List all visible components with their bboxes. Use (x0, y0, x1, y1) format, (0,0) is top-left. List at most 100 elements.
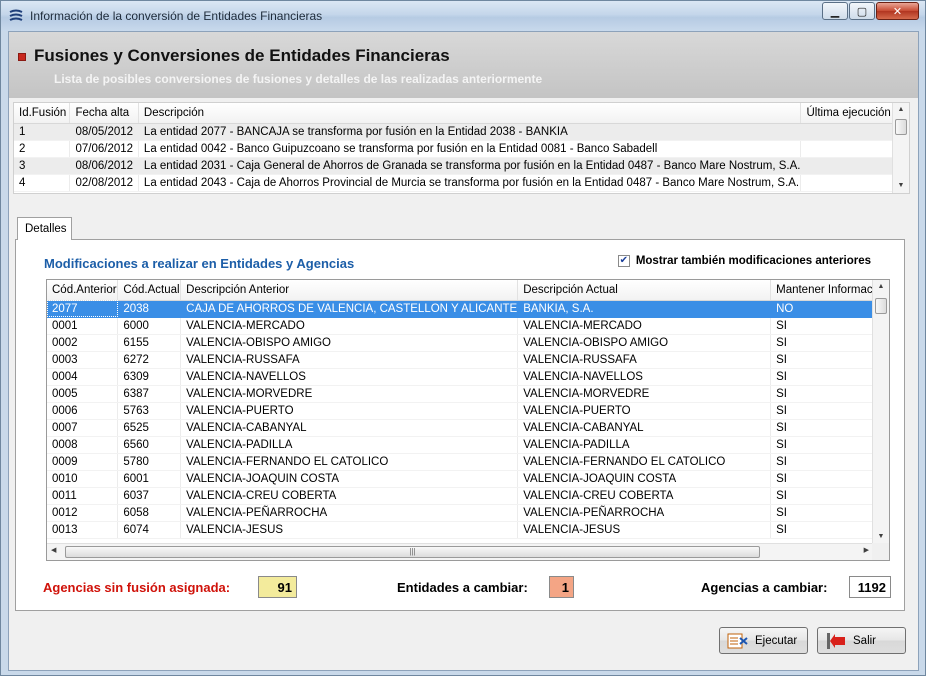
table-cell: 07/06/2012 (69, 140, 139, 158)
modifications-table: Cód.Anterior Cód.Actual Descripción Anteri… (47, 280, 889, 539)
show-previous-toggle[interactable]: ✔ Mostrar también modificaciones anterio… (617, 255, 871, 267)
details-section-title: Modificaciones a realizar en Entidades y… (44, 256, 355, 271)
title-bar[interactable]: Información de la conversión de Entidade… (1, 1, 925, 31)
modifications-horizontal-scrollbar[interactable]: ◀ ||| ▶ (47, 543, 873, 560)
table-cell: 1 (14, 123, 71, 141)
scroll-up-icon[interactable]: ▲ (873, 280, 889, 294)
table-row[interactable]: 3 08/06/2012 La entidad 2031 - Caja Genera… (14, 157, 909, 175)
table-cell: VALENCIA-MERCADO (517, 317, 772, 335)
horizontal-scroll-thumb[interactable]: ||| (65, 546, 760, 558)
table-cell: 0010 (47, 470, 119, 488)
table-cell: La entidad 2031 - Caja General de Ahorro… (138, 157, 802, 175)
table-cell: 6058 (117, 504, 182, 522)
table-cell: VALENCIA-OBISPO AMIGO (180, 334, 519, 352)
table-cell: SI (770, 385, 889, 403)
show-previous-checkbox[interactable]: ✔ (617, 255, 630, 267)
agencias-cambiar-value: 1192 (849, 576, 891, 598)
table-row[interactable]: 0004 6309 VALENCIA-NAVELLOS VALENCIA-NAVELL… (47, 368, 889, 386)
page-title: Fusiones y Conversiones de Entidades Fin… (34, 46, 450, 65)
fusions-table: Id.Fusión Fecha alta Descripción Última eje… (14, 103, 909, 192)
column-header[interactable]: Mantener Información (770, 280, 889, 301)
table-row[interactable]: 2077 2038 CAJA DE AHORROS DE VALENCIA, CAS… (47, 300, 889, 318)
table-row[interactable]: 0013 6074 VALENCIA-JESUS VALENCIA-JESUS SI (47, 521, 889, 539)
table-row[interactable]: 0010 6001 VALENCIA-JOAQUIN COSTA VALENCIA-J… (47, 470, 889, 488)
table-cell: VALENCIA-JESUS (517, 521, 772, 539)
modifications-grid[interactable]: Cód.Anterior Cód.Actual Descripción Anteri… (46, 279, 890, 561)
table-row[interactable]: 0006 5763 VALENCIA-PUERTO VALENCIA-PUERTO SI (47, 402, 889, 420)
ejecutar-button[interactable]: Ejecutar (719, 627, 808, 654)
table-cell: VALENCIA-CREU COBERTA (517, 487, 772, 505)
table-row[interactable]: 1 08/05/2012 La entidad 2077 - BANCAJA se … (14, 123, 909, 141)
minimize-button[interactable]: ▁ (822, 2, 848, 20)
table-cell: 6155 (117, 334, 182, 352)
table-row[interactable]: 0002 6155 VALENCIA-OBISPO AMIGO VALENCIA-OB… (47, 334, 889, 352)
table-row[interactable]: 0008 6560 VALENCIA-PADILLA VALENCIA-PADILLA… (47, 436, 889, 454)
table-cell: 6387 (117, 385, 182, 403)
scroll-down-icon[interactable]: ▼ (893, 179, 909, 193)
table-row[interactable]: 0001 6000 VALENCIA-MERCADO VALENCIA-MERCADO… (47, 317, 889, 335)
table-cell: 6037 (117, 487, 182, 505)
table-cell: VALENCIA-PUERTO (180, 402, 519, 420)
column-header[interactable]: Descripción (138, 103, 802, 124)
table-cell: 0008 (47, 436, 119, 454)
table-row[interactable]: 0011 6037 VALENCIA-CREU COBERTA VALENCIA-CR… (47, 487, 889, 505)
scroll-thumb[interactable] (895, 119, 907, 135)
salir-button[interactable]: Salir (817, 627, 906, 654)
agencias-sin-fusion-label: Agencias sin fusión asignada: (43, 580, 231, 595)
scroll-down-icon[interactable]: ▼ (873, 530, 889, 544)
table-cell: VALENCIA-CREU COBERTA (180, 487, 519, 505)
table-cell: SI (770, 368, 889, 386)
table-cell: 6074 (117, 521, 182, 539)
column-header[interactable]: Cód.Anterior (47, 280, 119, 301)
table-row[interactable]: 0007 6525 VALENCIA-CABANYAL VALENCIA-CABANY… (47, 419, 889, 437)
tab-detalles[interactable]: Detalles (17, 217, 72, 240)
table-cell: VALENCIA-NAVELLOS (180, 368, 519, 386)
table-row[interactable]: 0009 5780 VALENCIA-FERNANDO EL CATOLICO VAL… (47, 453, 889, 471)
table-cell: 0012 (47, 504, 119, 522)
table-cell: VALENCIA-MERCADO (180, 317, 519, 335)
show-previous-label: Mostrar también modificaciones anteriore… (635, 255, 871, 267)
close-icon: ✕ (892, 5, 903, 18)
header-panel: Fusiones y Conversiones de Entidades Fin… (9, 32, 918, 98)
table-cell: VALENCIA-PUERTO (517, 402, 772, 420)
table-cell: 5780 (117, 453, 182, 471)
salir-label: Salir (853, 634, 877, 647)
maximize-button[interactable]: ▢ (849, 2, 875, 20)
table-cell: VALENCIA-PEÑARROCHA (180, 504, 519, 522)
table-cell: 0001 (47, 317, 119, 335)
scroll-right-icon[interactable]: ▶ (864, 546, 869, 554)
table-cell: SI (770, 521, 889, 539)
column-header[interactable]: Cód.Actual (117, 280, 182, 301)
table-cell: 3 (14, 157, 71, 175)
table-row[interactable]: 0005 6387 VALENCIA-MORVEDRE VALENCIA-MORVED… (47, 385, 889, 403)
scroll-left-icon[interactable]: ◀ (51, 546, 56, 554)
table-cell: VALENCIA-MORVEDRE (180, 385, 519, 403)
table-row[interactable]: 0012 6058 VALENCIA-PEÑARROCHA VALENCIA-PEÑA… (47, 504, 889, 522)
scroll-thumb[interactable] (875, 298, 887, 314)
table-cell: VALENCIA-MORVEDRE (517, 385, 772, 403)
table-cell: VALENCIA-JESUS (180, 521, 519, 539)
table-cell: VALENCIA-PADILLA (180, 436, 519, 454)
table-cell: 0013 (47, 521, 119, 539)
close-button[interactable]: ✕ (876, 2, 919, 20)
table-row[interactable]: 4 02/08/2012 La entidad 2043 - Caja de Aho… (14, 174, 909, 192)
table-cell: SI (770, 419, 889, 437)
entidades-cambiar-value: 1 (549, 576, 574, 598)
table-cell: SI (770, 470, 889, 488)
scroll-up-icon[interactable]: ▲ (893, 103, 909, 117)
column-header[interactable]: Descripción Anterior (180, 280, 519, 301)
table-row[interactable]: 2 07/06/2012 La entidad 0042 - Banco Guipu… (14, 140, 909, 158)
checkmark-icon: ✔ (619, 255, 628, 266)
table-cell: La entidad 2077 - BANCAJA se transforma … (138, 123, 802, 141)
column-header[interactable]: Descripción Actual (517, 280, 772, 301)
fusions-vertical-scrollbar[interactable]: ▲ ▼ (892, 103, 909, 193)
fusions-grid[interactable]: Id.Fusión Fecha alta Descripción Última eje… (13, 102, 910, 194)
column-header[interactable]: Id.Fusión (14, 103, 71, 124)
table-cell: 6309 (117, 368, 182, 386)
modifications-vertical-scrollbar[interactable]: ▲ ▼ (872, 280, 889, 544)
table-cell: SI (770, 402, 889, 420)
table-row[interactable]: 0003 6272 VALENCIA-RUSSAFA VALENCIA-RUSSAFA… (47, 351, 889, 369)
table-cell: VALENCIA-FERNANDO EL CATOLICO (517, 453, 772, 471)
column-header[interactable]: Fecha alta (69, 103, 139, 124)
table-cell: SI (770, 317, 889, 335)
